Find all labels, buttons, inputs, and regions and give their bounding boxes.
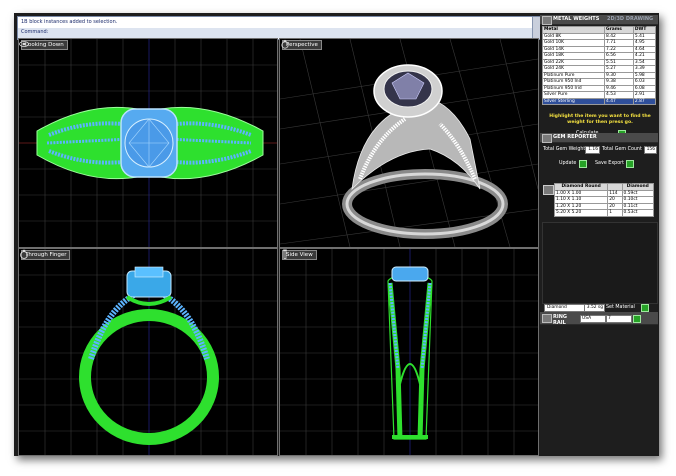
command-line[interactable]: 1B block instances added to selection. C… bbox=[17, 16, 541, 40]
ring-size-select[interactable]: 7 bbox=[606, 315, 632, 323]
gem-icon bbox=[543, 185, 554, 195]
metal-weights-hint: Highlight the item you want to find the … bbox=[549, 114, 651, 125]
save-export-label: Save Export bbox=[595, 161, 625, 166]
table-row[interactable]: 5.20 X 5.20 1 0.53ct bbox=[553, 209, 655, 217]
command-prompt[interactable]: Command: bbox=[18, 28, 540, 38]
side-view-icon bbox=[283, 249, 287, 259]
tab-metal-weights[interactable]: METAL WEIGHTS bbox=[553, 16, 599, 24]
viewport-side[interactable]: Side View bbox=[279, 248, 539, 456]
total-gem-weight-label: Total Gem Weight bbox=[543, 147, 586, 152]
material-sg-field: 3.52 sg bbox=[584, 304, 605, 312]
side-panel: METAL WEIGHTS 2D/3D DRAWING Metal Grams … bbox=[540, 15, 658, 454]
viewport-top[interactable]: Looking Down bbox=[18, 38, 278, 248]
ring-rail-icon bbox=[542, 314, 552, 323]
ring-rail-go-button[interactable] bbox=[633, 315, 641, 323]
ring-country-select[interactable]: USA bbox=[580, 315, 606, 323]
table-row-selected[interactable]: Silver Sterling 4.47 2.87 bbox=[542, 97, 657, 105]
gem-reporter-icon bbox=[542, 134, 552, 143]
viewport-perspective[interactable]: Perspective bbox=[279, 38, 539, 248]
total-gem-count-field: 156 bbox=[644, 146, 657, 154]
command-history: 1B block instances added to selection. bbox=[21, 19, 118, 25]
update-label: Update bbox=[559, 161, 577, 166]
ring-rail-label: RING RAIL bbox=[553, 314, 567, 326]
viewport-front[interactable]: Through Finger bbox=[18, 248, 278, 456]
total-gem-count-label: Total Gem Count bbox=[602, 147, 642, 152]
save-export-button[interactable] bbox=[626, 160, 634, 168]
top-view-canvas bbox=[19, 39, 277, 247]
gem-reporter-header: GEM REPORTER bbox=[540, 133, 658, 143]
metal-weights-header: METAL WEIGHTS 2D/3D DRAWING bbox=[540, 15, 658, 25]
set-material-label: Set Material bbox=[606, 305, 635, 310]
perspective-canvas bbox=[280, 39, 538, 247]
tab-gem-reporter[interactable]: GEM REPORTER bbox=[553, 134, 597, 142]
gem-table: Diamond Round Diamond 1.00 X 1.00 114 0.59… bbox=[553, 183, 655, 217]
top-view-icon bbox=[19, 41, 29, 47]
metal-weights-icon bbox=[542, 16, 552, 25]
gem-list-area bbox=[542, 222, 658, 304]
side-view-canvas bbox=[280, 249, 538, 455]
command-scrollbar[interactable] bbox=[532, 17, 540, 39]
ring-rail-header: RING RAIL USA 7 bbox=[540, 312, 658, 326]
perspective-view-icon bbox=[281, 39, 289, 49]
table-header: Diamond Round bbox=[553, 183, 609, 191]
set-material-button[interactable] bbox=[641, 304, 649, 312]
metal-weights-table: Metal Grams DWT Gold 8K 8.42 5.41 Gold 10K… bbox=[542, 26, 657, 105]
front-view-canvas bbox=[19, 249, 277, 455]
front-view-icon bbox=[20, 249, 28, 259]
material-select[interactable]: Diamond bbox=[544, 304, 585, 312]
tab-2d-3d-drawing[interactable]: 2D/3D DRAWING bbox=[607, 16, 653, 24]
update-button[interactable] bbox=[579, 160, 587, 168]
total-gem-weight-field: 1.16 bbox=[585, 146, 600, 154]
